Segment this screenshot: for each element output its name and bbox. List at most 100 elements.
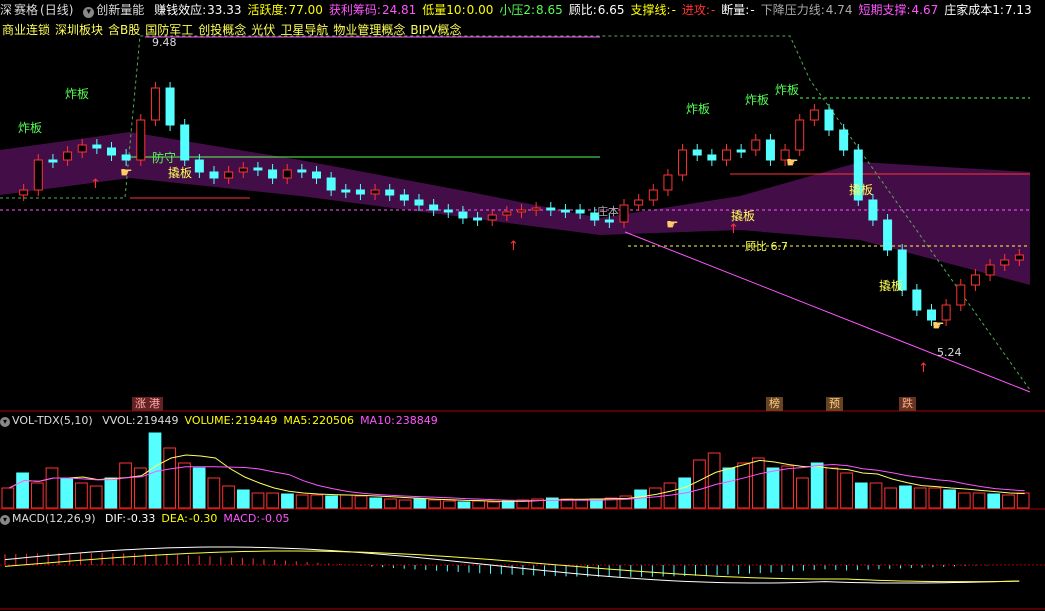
volume-bar (575, 499, 589, 509)
candle[interactable] (268, 169, 278, 179)
candle[interactable] (63, 151, 73, 161)
volume-bar (30, 482, 44, 509)
volume-bar (928, 487, 942, 509)
svg-text:☛: ☛ (666, 217, 679, 233)
macd-fields: DIF:-0.33 DEA:-0.30 MACD:-0.05 (105, 512, 295, 525)
indicator-dropdown-icon[interactable]: ▾ (0, 515, 10, 525)
volume-bar (442, 500, 456, 509)
candle[interactable] (648, 189, 658, 201)
volume-bar (648, 487, 662, 509)
candle[interactable] (121, 154, 131, 161)
candle[interactable] (1000, 259, 1010, 266)
candle[interactable] (209, 171, 219, 179)
candle[interactable] (707, 154, 717, 161)
candle[interactable] (839, 129, 849, 151)
volume-bar (810, 462, 824, 509)
candle[interactable] (970, 274, 980, 286)
volume-bar (987, 493, 1001, 509)
candle[interactable] (634, 199, 644, 206)
volume-bar (428, 499, 441, 509)
candle[interactable] (238, 167, 248, 173)
field-value: 219449 (136, 414, 179, 427)
candle[interactable] (985, 264, 995, 276)
signal-label: 炸板 (65, 87, 89, 101)
volume-bar (325, 495, 338, 509)
candle[interactable] (385, 189, 395, 196)
candle[interactable] (370, 189, 380, 195)
candle[interactable] (224, 171, 234, 179)
candle[interactable] (736, 149, 746, 153)
field-value: -0.05 (261, 512, 290, 525)
candle[interactable] (48, 159, 58, 163)
candle[interactable] (399, 194, 409, 201)
signal-label: 炸板 (686, 102, 710, 116)
volume-bar (207, 477, 221, 509)
candle[interactable] (722, 149, 731, 161)
candle[interactable] (795, 119, 805, 151)
volume-bar (1002, 494, 1015, 509)
candle[interactable] (136, 119, 146, 161)
candle[interactable] (414, 199, 424, 206)
candle[interactable] (809, 109, 819, 121)
candle[interactable] (678, 149, 688, 176)
candle[interactable] (326, 177, 336, 191)
candle[interactable] (19, 189, 29, 196)
volume-bar (884, 487, 898, 509)
signal-label: 炸板 (775, 83, 799, 97)
candle[interactable] (751, 139, 761, 151)
candle[interactable] (355, 189, 365, 195)
candle[interactable] (429, 204, 439, 211)
candle[interactable] (443, 209, 453, 213)
volume-bar (1016, 492, 1030, 509)
candle[interactable] (253, 167, 263, 171)
candle[interactable] (692, 149, 702, 156)
candle[interactable] (297, 169, 307, 173)
macd-title[interactable]: MACD(12,26,9) (12, 512, 96, 525)
volume-bar (266, 492, 280, 509)
volume-bar (310, 494, 324, 509)
candle[interactable] (560, 209, 570, 213)
candle[interactable] (107, 147, 116, 156)
field-label: MACD: (223, 512, 261, 525)
candle[interactable] (487, 214, 497, 221)
candle[interactable] (604, 219, 614, 223)
volume-bar (413, 498, 427, 509)
volume-title[interactable]: VOL-TDX(5,10) (12, 414, 93, 427)
candle[interactable] (312, 171, 321, 179)
candle[interactable] (575, 209, 585, 214)
field-value: 219449 (235, 414, 278, 427)
candle[interactable] (912, 289, 922, 311)
field-label: DIF: (105, 512, 126, 525)
candle[interactable] (868, 199, 878, 221)
candle[interactable] (619, 204, 629, 223)
candle[interactable] (33, 159, 43, 191)
field-value: 220506 (312, 414, 355, 427)
candle[interactable] (165, 87, 175, 126)
volume-bar (281, 493, 294, 509)
candle[interactable] (194, 159, 204, 173)
candle[interactable] (473, 217, 483, 221)
volume-bar (60, 477, 74, 509)
candle[interactable] (956, 284, 966, 306)
candle[interactable] (824, 109, 834, 131)
candle[interactable] (765, 139, 775, 161)
candle[interactable] (1014, 254, 1024, 261)
candle[interactable] (663, 174, 673, 191)
candle[interactable] (150, 87, 160, 121)
candle[interactable] (502, 211, 512, 216)
candle[interactable] (458, 211, 468, 219)
candle[interactable] (531, 207, 541, 211)
candle[interactable] (180, 124, 190, 161)
svg-text:☛: ☛ (786, 155, 799, 171)
bottom-tag: 榜 (766, 397, 783, 411)
candle[interactable] (77, 144, 87, 153)
bottom-tag: 跌 (899, 397, 916, 411)
candle[interactable] (92, 144, 102, 149)
candle[interactable] (883, 219, 893, 251)
candle[interactable] (546, 207, 556, 211)
volume-bar (722, 467, 736, 509)
indicator-dropdown-icon[interactable]: ▾ (0, 417, 10, 427)
candle[interactable] (517, 209, 526, 213)
candle[interactable] (341, 189, 351, 193)
candle[interactable] (282, 169, 292, 179)
